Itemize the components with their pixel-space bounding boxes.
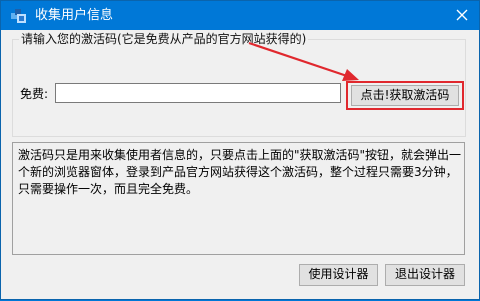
close-icon [456, 9, 468, 24]
close-button[interactable] [451, 6, 473, 26]
dialog-window: 收集用户信息 请输入您的激活码(它是免费从产品的官方网站获得的) 免费: 点击!… [0, 0, 480, 300]
exit-designer-button[interactable]: 退出设计器 [385, 264, 465, 286]
description-line: 个新的浏览器窗体，登录到产品官方网站获得这个激活码，整个过程只需要3分钟， [18, 165, 458, 179]
description-line: 只需要操作一次，而且完全免费。 [18, 182, 199, 196]
activation-group-caption: 请输入您的激活码(它是免费从产品的官方网站获得的) [19, 32, 309, 47]
get-activation-code-button[interactable]: 点击!获取激活码 [351, 85, 459, 106]
window-title: 收集用户信息 [35, 8, 114, 23]
use-designer-button[interactable]: 使用设计器 [299, 264, 378, 286]
description-line: 激活码只是用来收集使用者信息的，只要点击上面的"获取激活码"按钮，就会弹出一 [18, 148, 462, 162]
code-field-label: 免费: [20, 87, 49, 101]
app-icon [11, 8, 27, 24]
activation-code-input[interactable] [55, 83, 341, 103]
description-panel: 激活码只是用来收集使用者信息的，只要点击上面的"获取激活码"按钮，就会弹出一 个… [12, 142, 465, 255]
title-bar[interactable]: 收集用户信息 [1, 1, 479, 30]
